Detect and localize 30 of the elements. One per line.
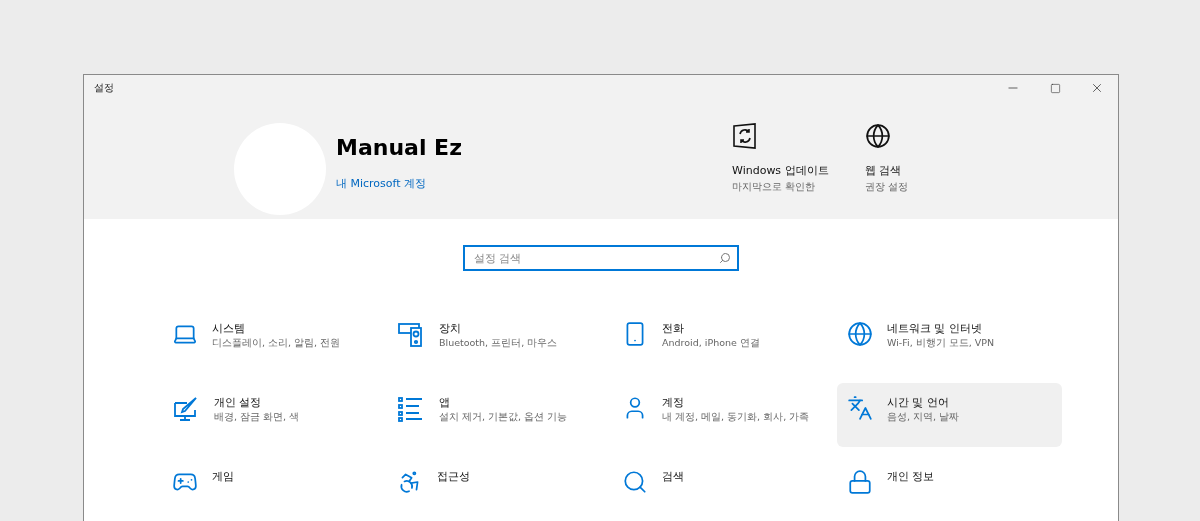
globe-icon	[847, 321, 873, 347]
search-icon	[622, 469, 648, 495]
search-field[interactable]: 설정 검색	[463, 245, 739, 271]
account-link[interactable]: 내 Microsoft 계정	[336, 176, 427, 191]
quick-link[interactable]: 웹 검색 권장 설정	[865, 123, 965, 219]
close-icon	[1090, 81, 1104, 95]
refresh-window-icon	[732, 123, 758, 149]
settings-category[interactable]: 개인 정보	[837, 457, 1062, 521]
paintbrush-icon	[172, 395, 200, 423]
settings-category[interactable]: 검색	[612, 457, 837, 521]
settings-category[interactable]: 계정 내 계정, 메일, 동기화, 회사, 가족	[612, 383, 837, 447]
globe-icon	[865, 123, 891, 149]
user-name: Manual Ez	[336, 135, 463, 160]
settings-category[interactable]: 장치 Bluetooth, 프린터, 마우스	[387, 309, 612, 373]
settings-category[interactable]: 게임	[162, 457, 387, 521]
quick-link[interactable]: Windows 업데이트 마지막으로 확인한	[732, 123, 832, 219]
settings-category[interactable]: 앱 설치 제거, 기본값, 옵션 기능	[387, 383, 612, 447]
devices-icon	[397, 321, 425, 349]
settings-category[interactable]: 개인 설정 배경, 잠금 화면, 색	[162, 383, 387, 447]
language-icon	[847, 395, 873, 421]
window-title: 설정	[93, 81, 114, 95]
settings-category[interactable]: 시스템 디스플레이, 소리, 알림, 전원	[162, 309, 387, 373]
settings-category[interactable]: 접근성	[387, 457, 612, 521]
settings-category[interactable]: 네트워크 및 인터넷 Wi-Fi, 비행기 모드, VPN	[837, 309, 1062, 373]
search-icon	[719, 252, 731, 264]
maximize-icon	[1049, 82, 1061, 94]
settings-category[interactable]: 전화 Android, iPhone 연결	[612, 309, 837, 373]
list-icon	[397, 395, 425, 423]
lock-icon	[847, 469, 873, 495]
settings-category[interactable]: 시간 및 언어 음성, 지역, 날짜	[837, 383, 1062, 447]
